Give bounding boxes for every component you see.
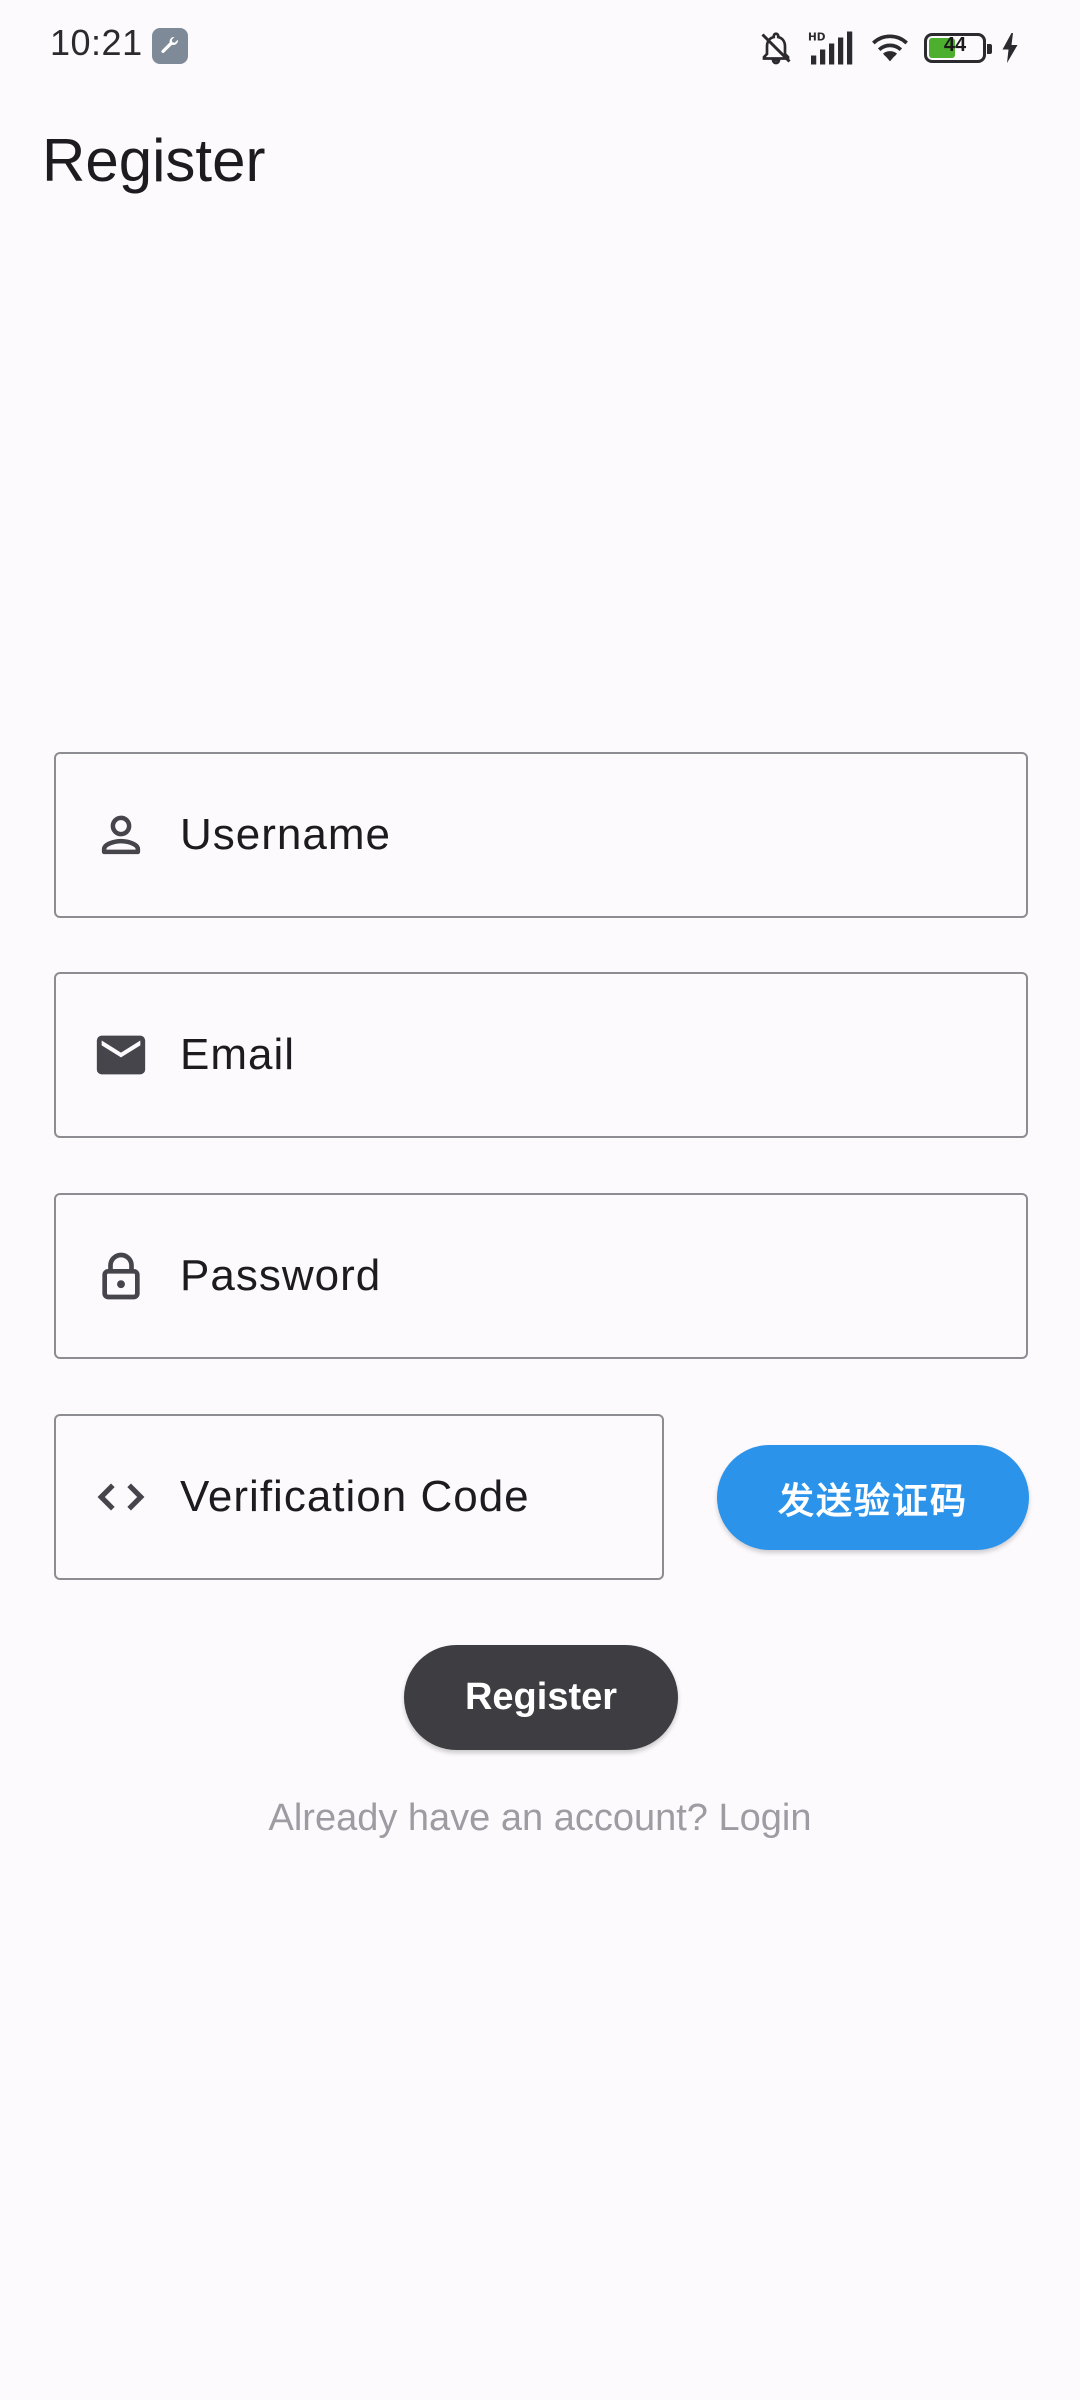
lock-icon [90, 1245, 152, 1307]
status-bar: 10:21 HD 44 [0, 0, 1080, 96]
register-screen: 10:21 HD 44 Register Username Email Pass… [0, 0, 1080, 2400]
battery-cap [987, 44, 992, 54]
svg-text:HD: HD [808, 32, 826, 44]
status-time: 10:21 [50, 22, 143, 63]
login-link[interactable]: Already have an account? Login [0, 1797, 1080, 1840]
wifi-icon [870, 30, 910, 66]
verification-code-placeholder: Verification Code [180, 1472, 530, 1521]
register-button[interactable]: Register [404, 1645, 678, 1750]
password-field[interactable]: Password [54, 1193, 1028, 1359]
username-field[interactable]: Username [54, 752, 1028, 918]
hd-signal-icon: HD [808, 30, 856, 66]
password-placeholder: Password [180, 1251, 382, 1300]
bell-off-icon [758, 30, 794, 66]
battery-icon: 44 [924, 33, 992, 63]
page-title: Register [42, 127, 266, 194]
wrench-app-icon [152, 28, 188, 64]
mail-icon [90, 1024, 152, 1086]
verification-code-field[interactable]: Verification Code [54, 1414, 664, 1580]
send-code-button[interactable]: 发送验证码 [717, 1445, 1029, 1550]
person-icon [90, 804, 152, 866]
email-field[interactable]: Email [54, 972, 1028, 1138]
email-placeholder: Email [180, 1030, 296, 1079]
battery-level: 44 [943, 34, 967, 56]
status-icons: HD 44 [758, 24, 1020, 72]
charging-bolt-icon [1000, 33, 1020, 63]
username-placeholder: Username [180, 810, 391, 859]
code-icon [90, 1466, 152, 1528]
